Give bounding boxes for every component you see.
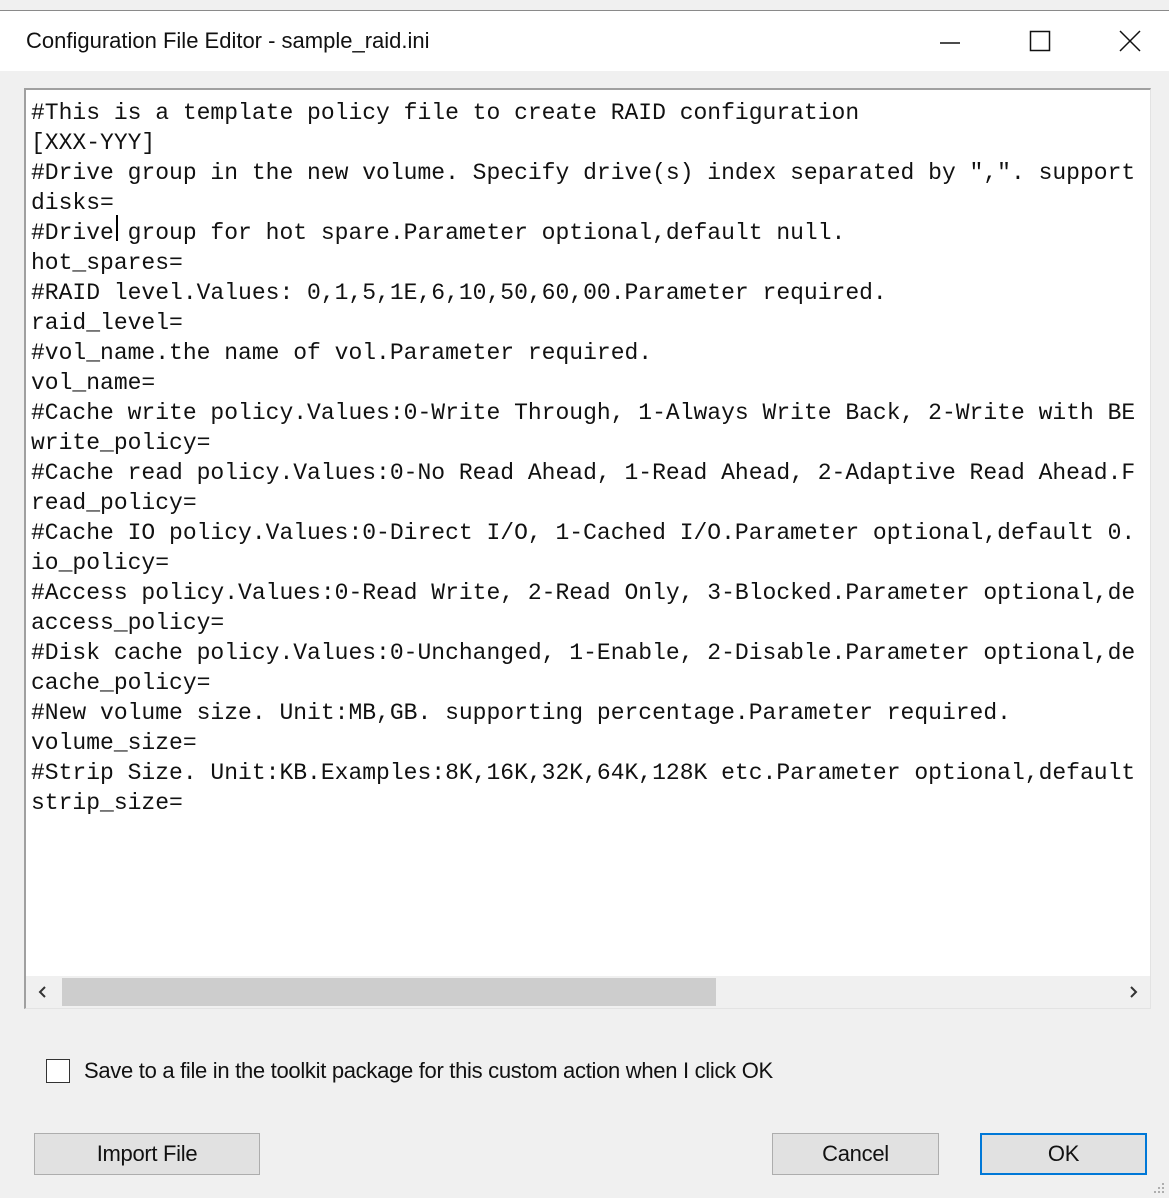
horizontal-scrollbar[interactable] [26,976,1150,1008]
maximize-button[interactable] [995,11,1085,71]
scroll-right-button[interactable] [1116,976,1150,1008]
editor-line[interactable]: #Cache write policy.Values:0-Write Throu… [31,398,1147,428]
title-bar[interactable]: Configuration File Editor - sample_raid.… [0,11,1169,71]
minimize-icon [940,42,960,44]
close-button[interactable] [1085,11,1169,71]
save-to-package-checkbox[interactable] [46,1059,70,1083]
save-to-package-option[interactable]: Save to a file in the toolkit package fo… [46,1054,773,1088]
cancel-button[interactable]: Cancel [772,1133,939,1175]
editor-line[interactable]: cache_policy= [31,668,1147,698]
editor-line[interactable]: #vol_name.the name of vol.Parameter requ… [31,338,1147,368]
editor-line[interactable]: write_policy= [31,428,1147,458]
editor-line[interactable]: #Cache read policy.Values:0-No Read Ahea… [31,458,1147,488]
editor-line[interactable]: #Cache IO policy.Values:0-Direct I/O, 1-… [31,518,1147,548]
editor-line[interactable]: #New volume size. Unit:MB,GB. supporting… [31,698,1147,728]
editor-line[interactable]: raid_level= [31,308,1147,338]
minimize-button[interactable] [905,11,995,71]
scrollbar-thumb[interactable] [62,978,716,1006]
scroll-left-button[interactable] [26,976,60,1008]
close-icon [1119,30,1141,52]
editor-line[interactable]: [XXX-YYY] [31,128,1147,158]
ok-button[interactable]: OK [980,1133,1147,1175]
config-editor-dialog: Configuration File Editor - sample_raid.… [0,0,1169,1198]
window-title: Configuration File Editor - sample_raid.… [26,28,430,53]
import-file-button[interactable]: Import File [34,1133,260,1175]
save-to-package-label[interactable]: Save to a file in the toolkit package fo… [84,1058,773,1084]
editor-line[interactable]: strip_size= [31,788,1147,818]
text-caret [116,215,118,241]
chevron-right-icon [1130,986,1138,998]
editor-line[interactable]: vol_name= [31,368,1147,398]
editor-line[interactable]: #Disk cache policy.Values:0-Unchanged, 1… [31,638,1147,668]
config-text-editor[interactable]: #This is a template policy file to creat… [24,88,1151,1009]
editor-line[interactable]: #Drive group for hot spare.Parameter opt… [31,218,1147,248]
editor-line[interactable]: access_policy= [31,608,1147,638]
editor-line[interactable]: hot_spares= [31,248,1147,278]
editor-line[interactable]: #Access policy.Values:0-Read Write, 2-Re… [31,578,1147,608]
maximize-icon [1029,30,1051,52]
editor-line[interactable]: volume_size= [31,728,1147,758]
editor-line[interactable]: disks= [31,188,1147,218]
resize-grip-icon[interactable] [1151,1180,1165,1194]
editor-content[interactable]: #This is a template policy file to creat… [31,98,1147,973]
editor-line[interactable]: io_policy= [31,548,1147,578]
editor-line[interactable]: #Drive group in the new volume. Specify … [31,158,1147,188]
chevron-left-icon [38,986,46,998]
editor-line[interactable]: #Strip Size. Unit:KB.Examples:8K,16K,32K… [31,758,1147,788]
editor-line[interactable]: read_policy= [31,488,1147,518]
editor-line[interactable]: #This is a template policy file to creat… [31,98,1147,128]
editor-line[interactable]: #RAID level.Values: 0,1,5,1E,6,10,50,60,… [31,278,1147,308]
